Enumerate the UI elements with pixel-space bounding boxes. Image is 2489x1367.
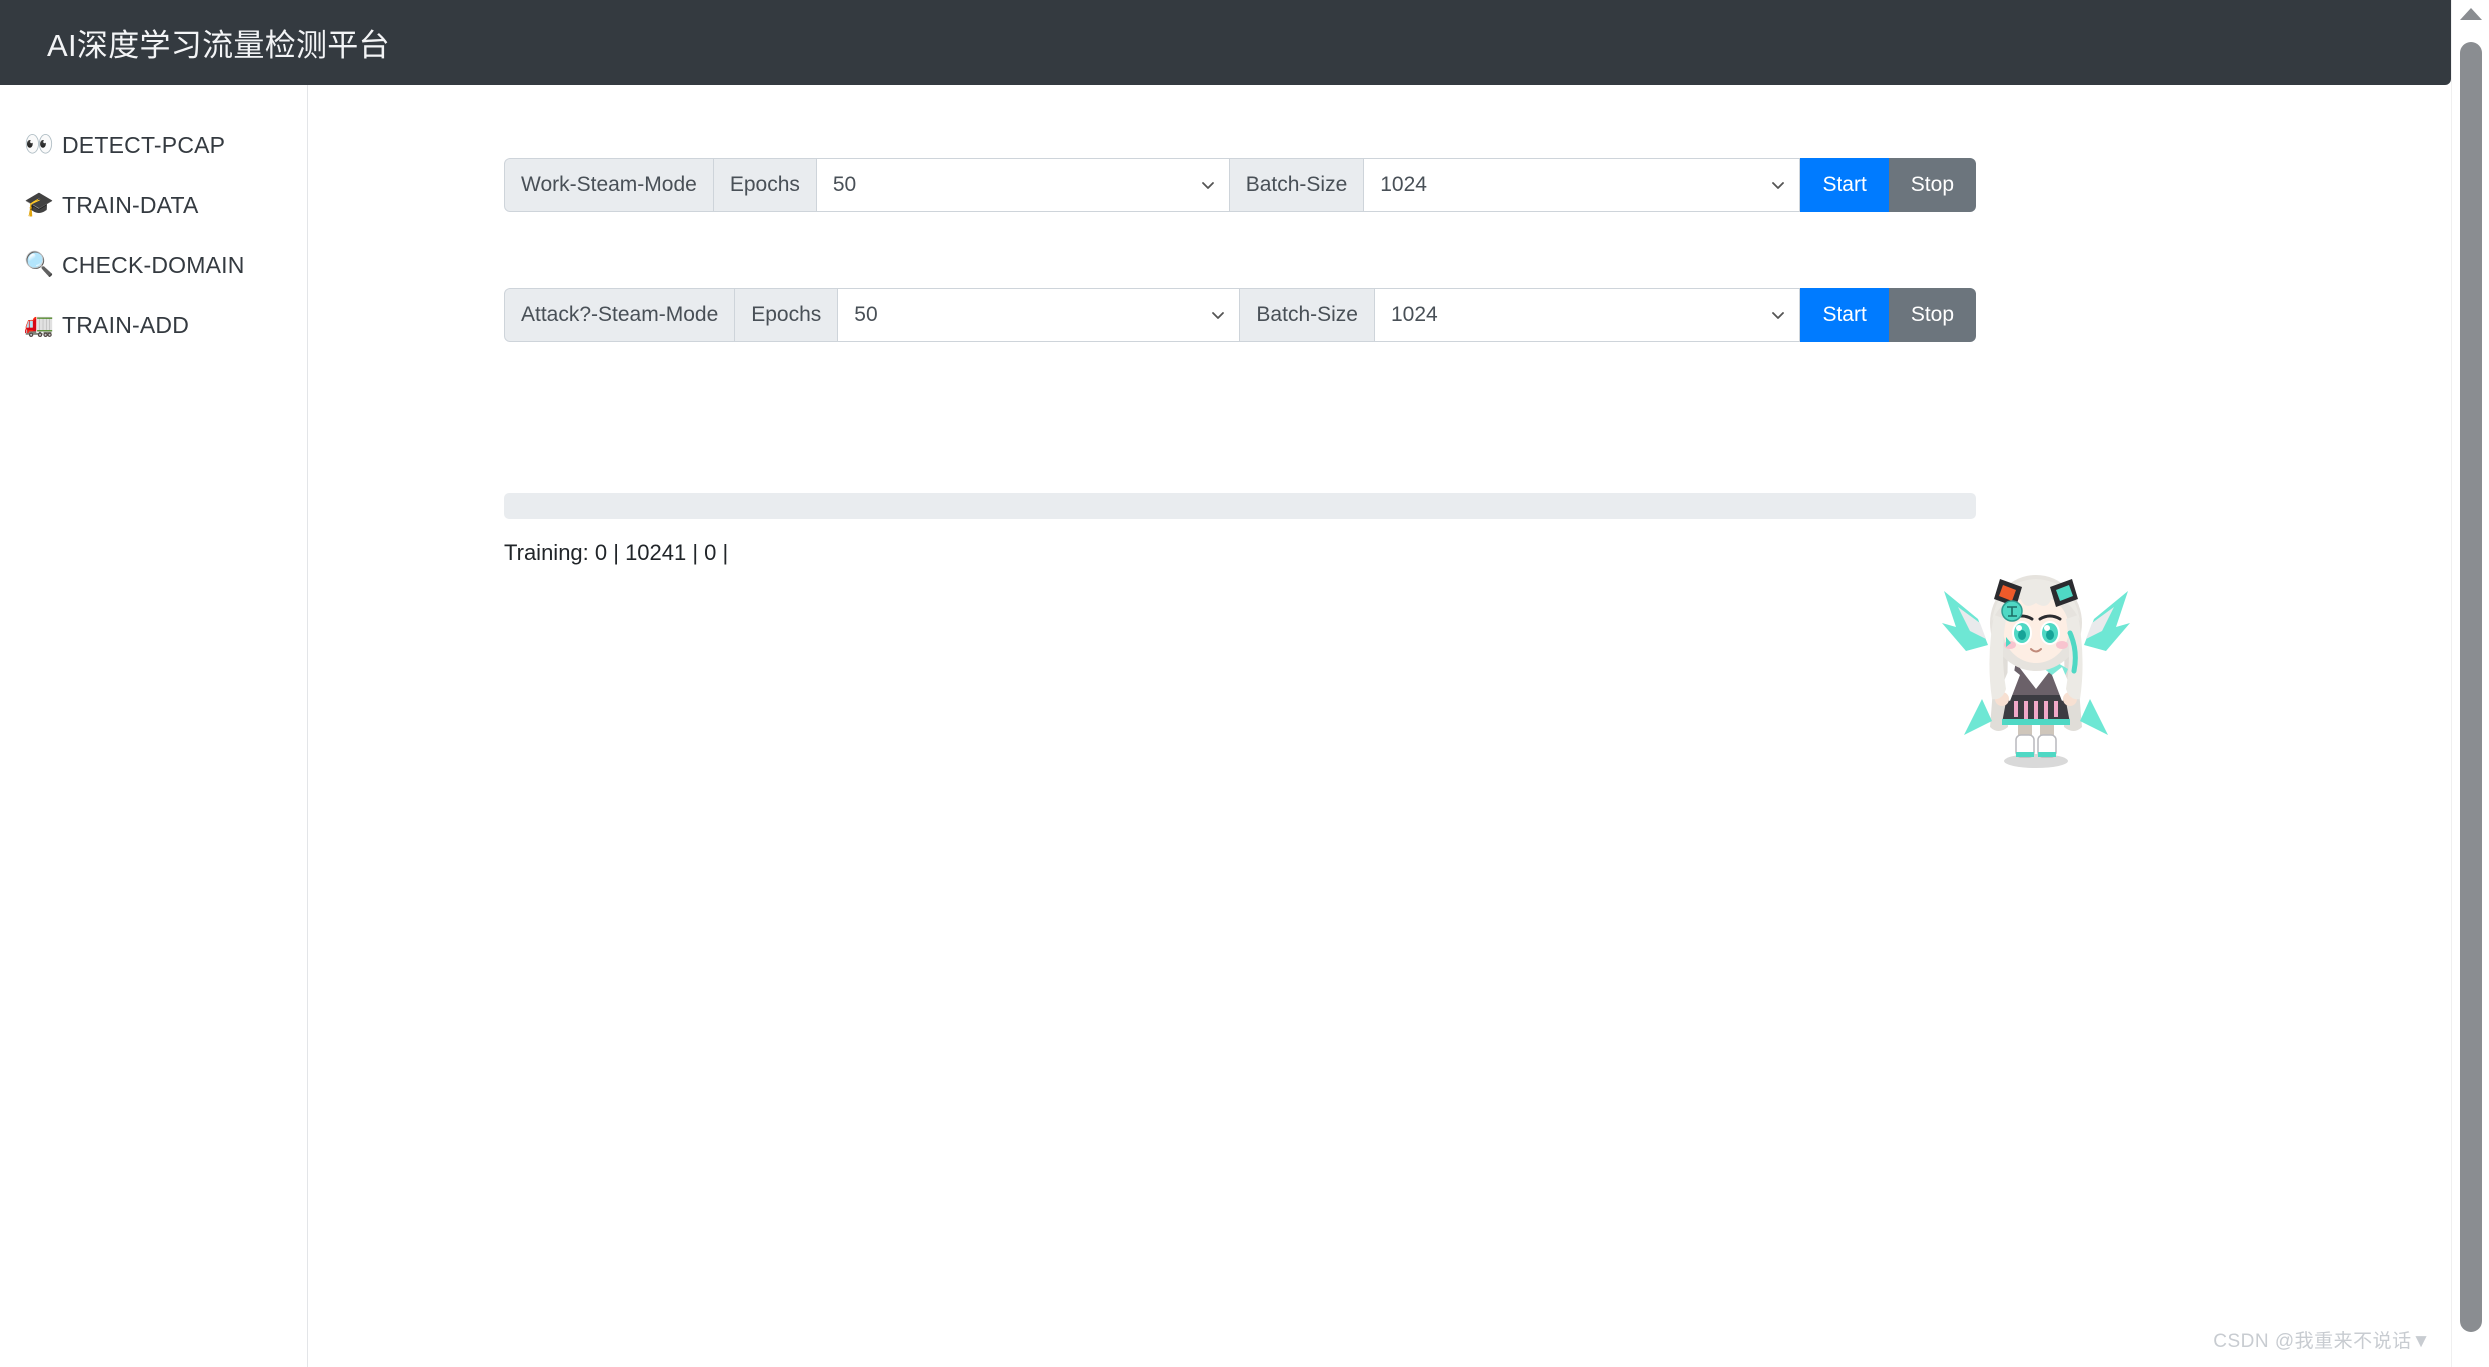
- graduation-cap-icon: 🎓: [24, 191, 54, 218]
- epochs-label: Epochs: [735, 288, 839, 342]
- scrollbar-thumb[interactable]: [2459, 42, 2482, 1332]
- sidebar-item-label: TRAIN-ADD: [62, 311, 190, 338]
- epochs-select[interactable]: 50: [816, 158, 1230, 212]
- chevron-down-icon: [1201, 178, 1215, 192]
- batch-size-value: 1024: [1380, 173, 1427, 196]
- eyes-icon: 👀: [24, 131, 54, 158]
- epochs-label: Epochs: [713, 158, 817, 212]
- sidebar-item-label: CHECK-DOMAIN: [62, 251, 245, 278]
- chevron-down-icon: [1771, 308, 1785, 322]
- sidebar-item-detect-pcap[interactable]: 👀 DETECT-PCAP: [0, 115, 307, 175]
- sidebar-item-train-add[interactable]: 🚛 TRAIN-ADD: [0, 295, 307, 355]
- sidebar-item-label: TRAIN-DATA: [62, 191, 199, 218]
- start-button[interactable]: Start: [1800, 288, 1889, 342]
- batch-size-label: Batch-Size: [1240, 288, 1375, 342]
- app-window: AI深度学习流量检测平台 👀 DETECT-PCAP 🎓 TRAIN-DATA …: [0, 0, 2489, 1367]
- work-steam-mode-label: Work-Steam-Mode: [504, 158, 714, 212]
- main-content: Work-Steam-Mode Epochs 50 Batch-Size 102…: [309, 85, 2451, 1367]
- app-header: AI深度学习流量检测平台: [0, 0, 2451, 85]
- batch-size-select[interactable]: 1024: [1364, 158, 1801, 212]
- batch-size-select[interactable]: 1024: [1374, 288, 1801, 342]
- batch-size-value: 1024: [1390, 303, 1438, 326]
- work-steam-mode-row: Work-Steam-Mode Epochs 50 Batch-Size 102…: [504, 158, 1976, 212]
- epochs-select[interactable]: 50: [838, 288, 1241, 342]
- batch-size-label: Batch-Size: [1229, 158, 1365, 212]
- sidebar-item-label: DETECT-PCAP: [62, 131, 226, 158]
- sidebar-item-train-data[interactable]: 🎓 TRAIN-DATA: [0, 175, 307, 235]
- chevron-down-icon: [1771, 178, 1785, 192]
- page-title: AI深度学习流量检测平台: [47, 28, 390, 63]
- truck-icon: 🚛: [24, 311, 54, 338]
- epochs-value: 50: [832, 173, 857, 196]
- stop-button[interactable]: Stop: [1888, 158, 1976, 212]
- training-progress-bar: [504, 493, 1976, 519]
- training-status-text: Training: 0 | 10241 | 0 |: [504, 540, 729, 565]
- scroll-up-arrow-icon[interactable]: [2459, 8, 2482, 20]
- stop-button[interactable]: Stop: [1888, 288, 1977, 342]
- mascot-image: [1936, 549, 2136, 779]
- csdn-watermark: CSDN @我重来不说话▼: [2213, 1331, 2431, 1352]
- sidebar: 👀 DETECT-PCAP 🎓 TRAIN-DATA 🔍 CHECK-DOMAI…: [0, 85, 308, 1367]
- attack-steam-mode-label: Attack?-Steam-Mode: [504, 288, 736, 342]
- sidebar-item-check-domain[interactable]: 🔍 CHECK-DOMAIN: [0, 235, 307, 295]
- epochs-value: 50: [854, 303, 878, 326]
- attack-steam-mode-row: Attack?-Steam-Mode Epochs 50 Batch-Size …: [504, 288, 1977, 342]
- start-button[interactable]: Start: [1800, 158, 1889, 212]
- vertical-scrollbar[interactable]: [2451, 0, 2489, 1367]
- chevron-down-icon: [1211, 308, 1225, 322]
- magnifier-icon: 🔍: [24, 251, 54, 278]
